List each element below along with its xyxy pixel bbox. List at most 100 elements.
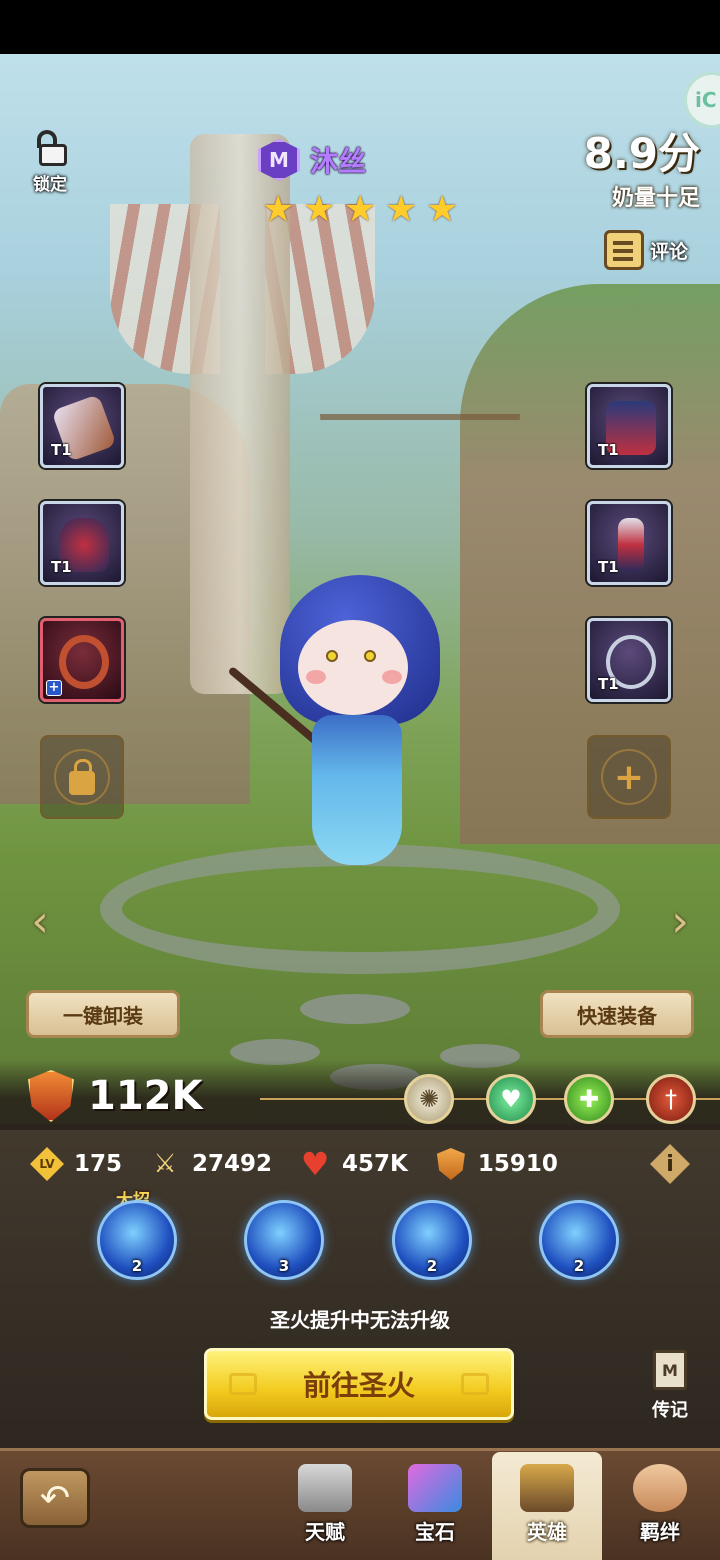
padlock-icon (33, 130, 67, 166)
decor-left (229, 1373, 257, 1395)
quick-equip-button[interactable]: 快速装备 (540, 990, 694, 1038)
stat-level: LV 175 (30, 1147, 122, 1181)
stat-hp: ♥ 457K (298, 1145, 408, 1183)
sword-icon: † (665, 1085, 677, 1113)
equip-slot-helmet[interactable]: T1 (40, 501, 124, 585)
level-value: 175 (74, 1151, 123, 1177)
rating-tagline: 奶量十足 (611, 186, 700, 211)
equip-slot-boots[interactable]: T1 (587, 501, 671, 585)
combat-power: 112K (28, 1070, 203, 1122)
biography-label: 传记 (652, 1400, 688, 1421)
skill-level: 2 (426, 1257, 438, 1275)
comment-label: 评论 (649, 240, 688, 263)
lock-label: 锁定 (33, 175, 67, 195)
ring-icon (59, 635, 109, 689)
hero-title: M 沐丝 (258, 138, 366, 182)
upgrade-hint: 圣火提升中无法升级 (270, 1308, 450, 1332)
stat-defense: 15910 (434, 1147, 558, 1181)
back-button[interactable]: ↶ (20, 1468, 90, 1528)
tab-heroes[interactable]: 英雄 (492, 1452, 602, 1560)
heal-icon: ✚ (578, 1085, 600, 1113)
hero-stats: LV 175 ⚔ 27492 ♥ 457K 15910 (30, 1144, 700, 1184)
hero-robe (312, 715, 402, 865)
skill-2[interactable]: 3 (244, 1200, 324, 1280)
heart-icon: ♥ (300, 1145, 330, 1183)
skill-level: 2 (131, 1257, 143, 1275)
hero-eye (326, 650, 338, 662)
rune-orb-4[interactable]: † (646, 1074, 696, 1124)
star-icon: ★ (344, 189, 377, 230)
tab-label: 英雄 (527, 1520, 567, 1544)
rune-orb-2[interactable]: ♥ (486, 1074, 536, 1124)
hero-rating: 8.9分 奶量十足 (584, 130, 700, 212)
gift-gem-icon (408, 1464, 462, 1512)
heart-icon: ♥ (500, 1085, 522, 1113)
star-icon: ★ (426, 189, 459, 230)
rune-orb-3[interactable]: ✚ (564, 1074, 614, 1124)
tab-label: 羁绊 (640, 1520, 680, 1544)
shield-icon (434, 1147, 468, 1181)
tab-talent[interactable]: 天赋 (270, 1452, 380, 1560)
equip-tier: T1 (51, 441, 72, 459)
hero-model[interactable] (227, 535, 470, 885)
skill-level: 2 (573, 1257, 585, 1275)
equip-slot-necklace[interactable]: T1 (587, 618, 671, 702)
go-holy-fire-button[interactable]: 前往圣火 (204, 1348, 514, 1420)
hp-value: 457K (342, 1151, 408, 1177)
stepping-stone (300, 994, 410, 1024)
talent-stone-icon (298, 1464, 352, 1512)
skill-ultimate[interactable]: 2 (97, 1200, 177, 1280)
hero-cheek (382, 670, 402, 684)
next-hero-arrow[interactable]: › (662, 895, 698, 949)
equip-slot-ring[interactable]: + (40, 618, 124, 702)
status-bar (0, 0, 720, 54)
defense-value: 15910 (477, 1151, 558, 1177)
equip-tier: T1 (598, 675, 619, 693)
unequip-all-button[interactable]: 一键卸装 (26, 990, 180, 1038)
upgrade-badge: + (46, 680, 62, 696)
skill-4[interactable]: 2 (539, 1200, 619, 1280)
hero-name: 沐丝 (310, 145, 367, 178)
attack-value: 27492 (192, 1151, 273, 1177)
hero-stars: ★ ★ ★ ★ ★ (262, 192, 462, 228)
biography-button[interactable]: M 传记 (640, 1350, 700, 1422)
padlock-icon (69, 759, 95, 795)
tab-gems[interactable]: 宝石 (380, 1452, 490, 1560)
plus-icon: + (613, 756, 645, 798)
prev-hero-arrow[interactable]: ‹ (22, 895, 58, 949)
hero-class-icon: M (258, 139, 300, 181)
rune-orb-1[interactable]: ✺ (404, 1074, 454, 1124)
crossed-swords-icon: ⚔ (153, 1149, 177, 1179)
go-holy-fire-label: 前往圣火 (302, 1369, 415, 1402)
power-value: 112K (88, 1073, 203, 1119)
power-shield-icon (28, 1070, 74, 1122)
tab-label: 天赋 (305, 1520, 345, 1544)
star-icon: ★ (385, 189, 418, 230)
skill-3[interactable]: 2 (392, 1200, 472, 1280)
book-icon: M (653, 1350, 687, 1390)
equip-slot-armor[interactable]: T1 (587, 384, 671, 468)
stat-attack: ⚔ 27492 (148, 1147, 272, 1181)
equip-tier: T1 (51, 558, 72, 576)
rope-bridge (320, 414, 520, 474)
hero-cheek (306, 670, 326, 684)
decor-right (461, 1373, 489, 1395)
boots-icon (618, 518, 644, 572)
snowflake-icon: ✺ (418, 1085, 440, 1113)
equip-slot-locked[interactable] (40, 735, 124, 819)
skill-level: 3 (278, 1257, 290, 1275)
equip-tier: T1 (598, 441, 619, 459)
lock-button[interactable]: 锁定 (22, 130, 78, 195)
rating-score: 8.9分 (583, 129, 700, 178)
equip-tier: T1 (598, 558, 619, 576)
star-icon: ★ (262, 189, 295, 230)
comment-icon (603, 230, 644, 270)
star-icon: ★ (303, 189, 336, 230)
equip-slot-add[interactable]: + (587, 735, 671, 819)
equip-slot-staff[interactable]: T1 (40, 384, 124, 468)
hero-eye (364, 650, 376, 662)
level-icon: LV (30, 1147, 64, 1181)
comment-button[interactable]: 评论 (603, 230, 688, 270)
tab-bonds[interactable]: 羁绊 (605, 1452, 715, 1560)
tab-label: 宝石 (415, 1520, 455, 1544)
